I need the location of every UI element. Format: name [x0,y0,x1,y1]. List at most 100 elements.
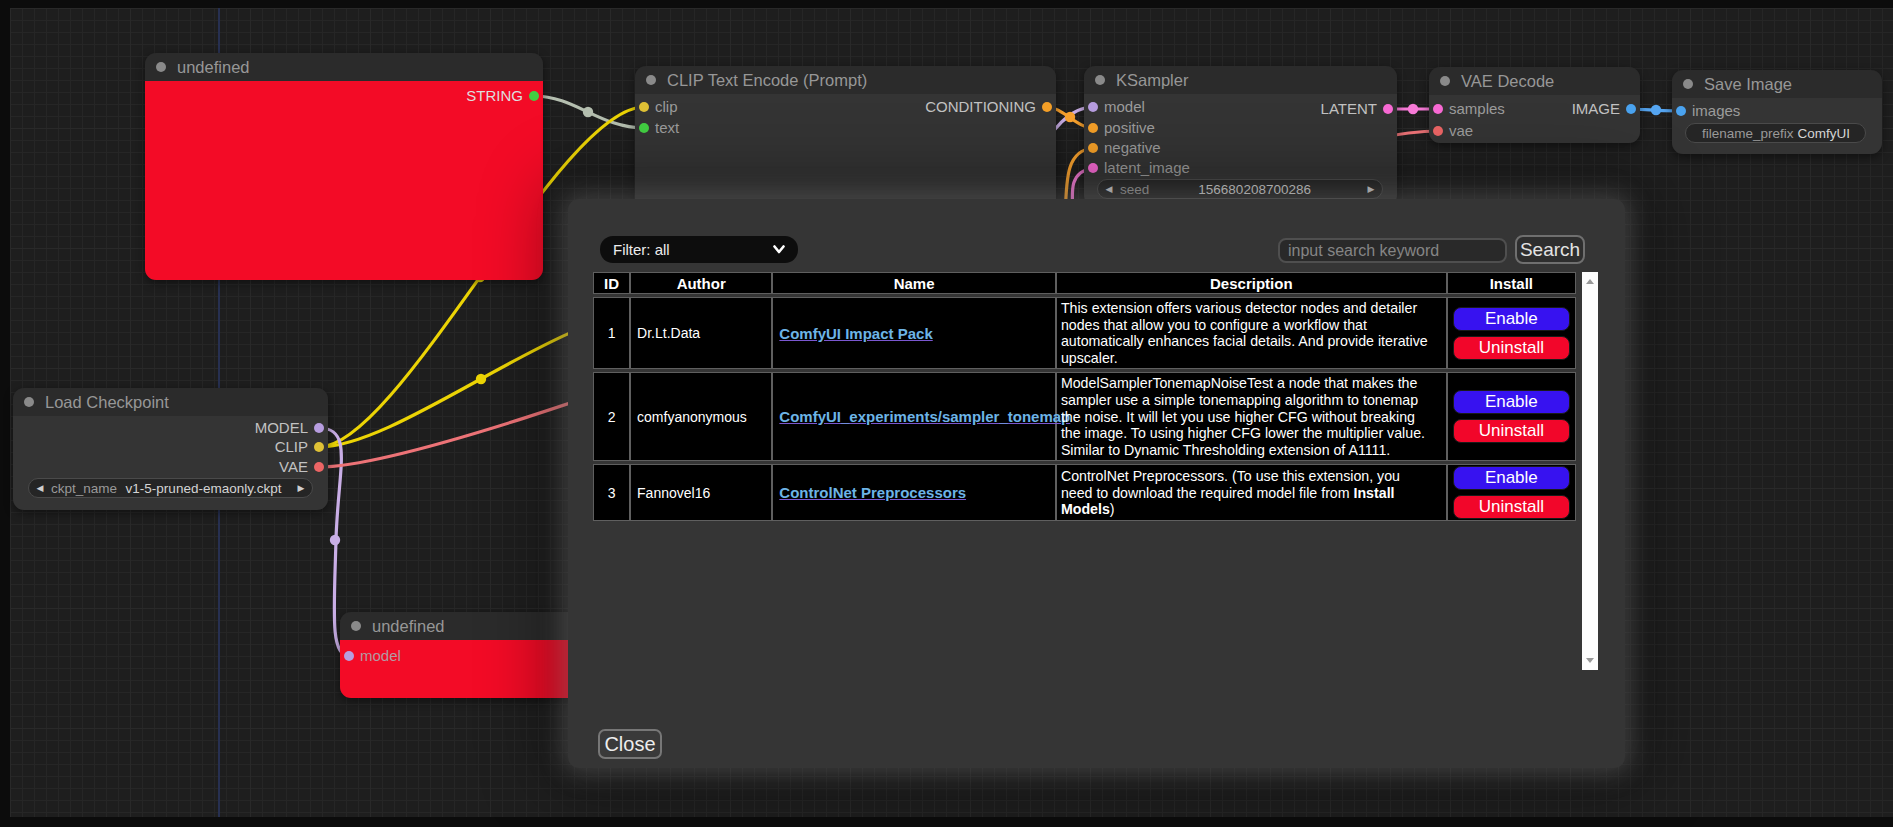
node-title[interactable]: undefined [145,53,543,81]
extensions-table: IDAuthorNameDescriptionInstall 1Dr.Lt.Dat… [593,269,1576,524]
output-slot-STRING[interactable]: STRING [466,88,543,104]
input-slot-text[interactable]: text [635,120,679,136]
input-slot-model[interactable]: model [1084,99,1145,115]
decrement-arrow-icon[interactable]: ◀ [1098,184,1120,194]
node-clip-text-encode[interactable]: CLIP Text Encode (Prompt) clip text CONDITI… [635,66,1056,211]
node-load-checkpoint[interactable]: Load Checkpoint MODEL CLIP VAE ◀ckpt_namev1-… [13,388,328,510]
ext-link[interactable]: ControlNet Preprocessors [779,484,966,501]
output-dot[interactable] [1383,104,1393,114]
input-slot-model[interactable]: model [340,648,401,664]
input-slot-vae[interactable]: vae [1429,123,1473,139]
col-header-author: Author [630,272,772,294]
output-dot[interactable] [1626,104,1636,114]
widget-seed[interactable]: ◀seed156680208700286▶ [1097,179,1383,199]
increment-arrow-icon[interactable]: ▶ [290,483,312,493]
input-dot[interactable] [1676,106,1686,116]
widget-filename_prefix[interactable]: filename_prefixComfyUI [1685,123,1866,143]
node-title[interactable]: Save Image [1672,70,1882,98]
collapse-dot-icon[interactable] [1440,76,1450,86]
decrement-arrow-icon[interactable]: ◀ [29,483,51,493]
filter-select[interactable]: Filter: all [600,236,798,263]
output-slot-MODEL[interactable]: MODEL [255,420,328,436]
node-title[interactable]: CLIP Text Encode (Prompt) [635,66,1056,94]
node-vae-decode[interactable]: VAE Decode samples vae IMAGE [1429,67,1640,143]
node-body[interactable] [145,81,543,280]
ext-name-link: ControlNet Preprocessors [772,464,1056,521]
extension-row: 1Dr.Lt.Data ComfyUI Impact Pack This exten… [593,297,1576,369]
node-ksampler[interactable]: KSampler model positive negative latent_imag… [1084,66,1397,206]
ext-install-cell: Enable Uninstall [1447,297,1576,369]
enable-button[interactable]: Enable [1453,390,1570,414]
output-dot[interactable] [314,462,324,472]
uninstall-button[interactable]: Uninstall [1453,495,1570,519]
uninstall-button[interactable]: Uninstall [1453,336,1570,360]
ext-link[interactable]: ComfyUI Impact Pack [779,325,932,342]
output-dot[interactable] [314,423,324,433]
scroll-up-icon[interactable] [1586,279,1594,284]
input-slot-positive[interactable]: positive [1084,120,1155,136]
input-dot[interactable] [1088,163,1098,173]
collapse-dot-icon[interactable] [646,75,656,85]
scroll-down-icon[interactable] [1586,658,1594,663]
input-slot-negative[interactable]: negative [1084,140,1161,156]
node-title[interactable]: KSampler [1084,66,1397,94]
output-slot-IMAGE[interactable]: IMAGE [1572,101,1640,117]
close-button[interactable]: Close [598,729,662,759]
collapse-dot-icon[interactable] [156,62,166,72]
input-slot-latent_image[interactable]: latent_image [1084,160,1190,176]
ext-author: Dr.Lt.Data [630,297,772,369]
input-slot-samples[interactable]: samples [1429,101,1505,117]
collapse-dot-icon[interactable] [1095,75,1105,85]
search-input[interactable]: input search keyword [1278,238,1507,263]
output-dot[interactable] [1042,102,1052,112]
collapse-dot-icon[interactable] [24,397,34,407]
enable-button[interactable]: Enable [1453,466,1570,490]
uninstall-button[interactable]: Uninstall [1453,419,1570,443]
ext-author: comfyanonymous [630,372,772,461]
col-header-description: Description [1056,272,1447,294]
node-save-image[interactable]: Save Image images filename_prefixComfyUI [1672,70,1882,154]
extension-row: 3Fannovel16ControlNet PreprocessorsContr… [593,464,1576,521]
node-undefined-top[interactable]: undefined STRING [145,53,543,280]
input-dot[interactable] [1433,104,1443,114]
col-header-install: Install [1447,272,1576,294]
output-dot[interactable] [529,91,539,101]
input-dot[interactable] [1088,102,1098,112]
output-slot-LATENT[interactable]: LATENT [1321,101,1397,117]
input-dot[interactable] [639,123,649,133]
ext-name-link: ComfyUI_experiments/sampler_tonemap [772,372,1056,461]
input-dot[interactable] [1088,143,1098,153]
collapse-dot-icon[interactable] [1683,79,1693,89]
ext-description: ModelSamplerTonemapNoiseTest a node that… [1056,372,1447,461]
input-dot[interactable] [1433,126,1443,136]
ext-install-cell: Enable Uninstall [1447,464,1576,521]
ext-name-link: ComfyUI Impact Pack [772,297,1056,369]
input-dot[interactable] [344,651,354,661]
output-slot-CLIP[interactable]: CLIP [275,439,328,455]
node-title[interactable]: VAE Decode [1429,67,1640,95]
enable-button[interactable]: Enable [1453,307,1570,331]
input-slot-images[interactable]: images [1672,103,1740,119]
table-header-row: IDAuthorNameDescriptionInstall [593,272,1576,294]
input-slot-clip[interactable]: clip [635,99,678,115]
node-title[interactable]: Load Checkpoint [13,388,328,416]
ext-description: ControlNet Preprocessors. (To use this e… [1056,464,1447,521]
ext-id: 2 [593,372,630,461]
output-slot-CONDITIONING[interactable]: CONDITIONING [925,99,1056,115]
ext-link[interactable]: ComfyUI_experiments/sampler_tonemap [779,408,1070,425]
output-dot[interactable] [314,442,324,452]
input-dot[interactable] [1088,123,1098,133]
widget-ckpt_name[interactable]: ◀ckpt_namev1-5-pruned-emaonly.ckpt▶ [28,478,313,498]
input-dot[interactable] [639,102,649,112]
increment-arrow-icon[interactable]: ▶ [1360,184,1382,194]
search-button[interactable]: Search [1515,235,1585,264]
ext-install-cell: Enable Uninstall [1447,372,1576,461]
ext-id: 1 [593,297,630,369]
col-header-id: ID [593,272,630,294]
collapse-dot-icon[interactable] [351,621,361,631]
ext-description: This extension offers various detector n… [1056,297,1447,369]
table-scrollbar[interactable] [1582,272,1598,670]
chevron-down-icon [773,245,785,254]
output-slot-VAE[interactable]: VAE [279,459,328,475]
ext-author: Fannovel16 [630,464,772,521]
